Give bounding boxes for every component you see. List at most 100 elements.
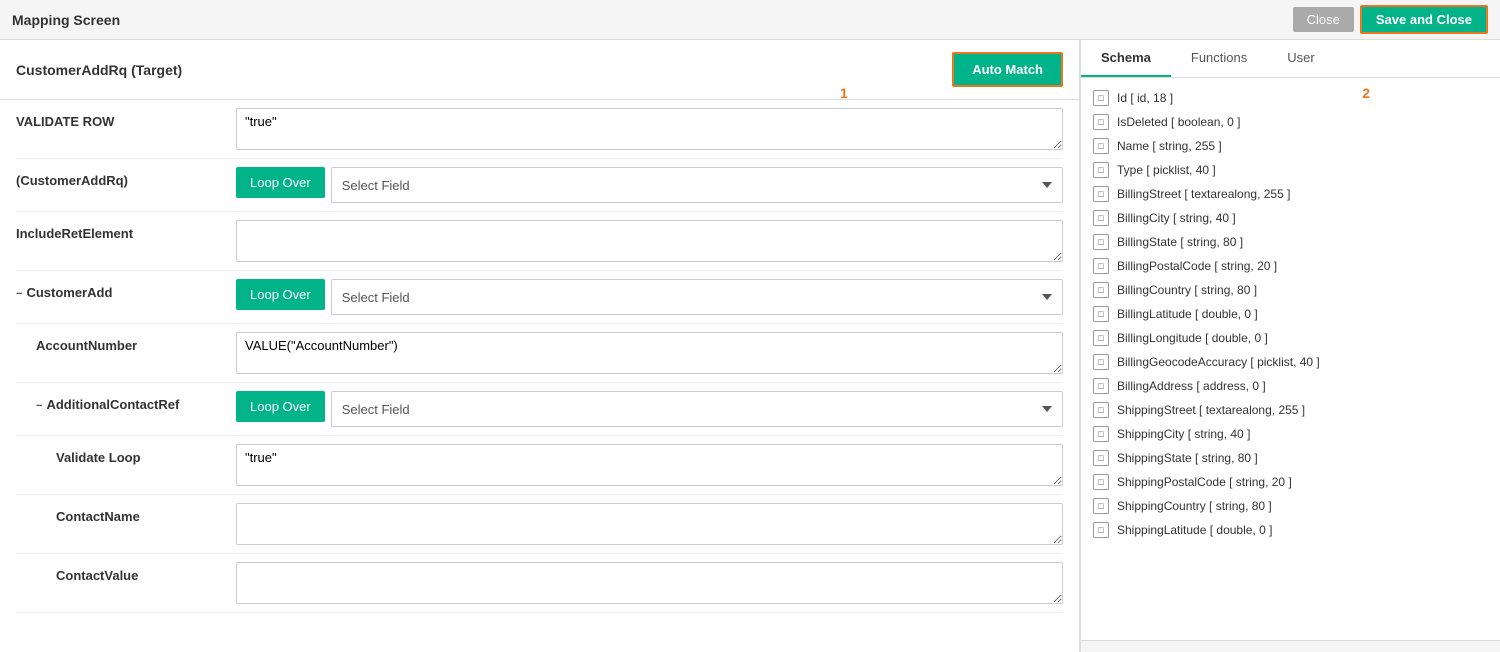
field-type-icon: □	[1093, 162, 1109, 178]
schema-field-name: BillingPostalCode [ string, 20 ]	[1117, 259, 1277, 273]
list-item[interactable]: □BillingState [ string, 80 ]	[1081, 230, 1500, 254]
list-item[interactable]: □ ShippingCity [ string, 40 ]	[1081, 422, 1500, 446]
list-item[interactable]: □ BillingCountry [ string, 80 ]	[1081, 278, 1500, 302]
list-item[interactable]: □ShippingStreet [ textarealong, 255 ]	[1081, 398, 1500, 422]
field-type-icon: □	[1093, 306, 1109, 322]
contact-value-textarea[interactable]	[236, 562, 1063, 604]
schema-field-name: BillingStreet [ textarealong, 255 ]	[1117, 187, 1290, 201]
field-type-icon: □	[1093, 450, 1109, 466]
schema-field-name: ShippingPostalCode [ string, 20 ]	[1117, 475, 1292, 489]
loop-over-button[interactable]: Loop Over	[236, 391, 325, 422]
badge-1: 1	[840, 85, 848, 101]
schema-field-name: BillingAddress [ address, 0 ]	[1117, 379, 1266, 393]
loop-over-button[interactable]: Loop Over	[236, 167, 325, 198]
save-close-button[interactable]: Save and Close	[1360, 5, 1488, 34]
schema-list: □Id [ id, 18 ]□IsDeleted [ boolean, 0 ]□…	[1081, 78, 1500, 640]
row-content: Loop Over Select Field	[236, 391, 1063, 427]
close-button[interactable]: Close	[1293, 7, 1354, 32]
include-ret-textarea[interactable]	[236, 220, 1063, 262]
field-label: ContactValue	[16, 562, 236, 583]
field-label: AccountNumber	[16, 332, 236, 353]
field-label: Validate Loop	[16, 444, 236, 465]
schema-field-name: BillingCountry [ string, 80 ]	[1117, 283, 1257, 297]
target-title: CustomerAddRq (Target)	[16, 62, 182, 78]
list-item[interactable]: □Name [ string, 255 ]	[1081, 134, 1500, 158]
row-content: Loop Over Select Field	[236, 279, 1063, 315]
schema-field-name: ShippingCountry [ string, 80 ]	[1117, 499, 1272, 513]
collapse-icon[interactable]: −	[36, 400, 42, 412]
right-panel: Schema Functions User □Id [ id, 18 ]□IsD…	[1080, 40, 1500, 652]
list-item[interactable]: □IsDeleted [ boolean, 0 ]	[1081, 110, 1500, 134]
list-item[interactable]: □ShippingPostalCode [ string, 20 ]	[1081, 470, 1500, 494]
list-item[interactable]: □ ShippingCountry [ string, 80 ]	[1081, 494, 1500, 518]
row-content	[236, 503, 1063, 545]
schema-field-name: ShippingState [ string, 80 ]	[1117, 451, 1258, 465]
horizontal-scrollbar[interactable]	[1081, 640, 1500, 652]
tab-schema[interactable]: Schema	[1081, 40, 1171, 77]
account-number-textarea[interactable]: VALUE("AccountNumber")	[236, 332, 1063, 374]
row-content	[236, 220, 1063, 262]
left-panel-header: CustomerAddRq (Target) Auto Match	[0, 40, 1079, 100]
schema-field-name: ShippingCity [ string, 40 ]	[1117, 427, 1250, 441]
field-type-icon: □	[1093, 210, 1109, 226]
schema-field-name: Name [ string, 255 ]	[1117, 139, 1222, 153]
list-item[interactable]: □BillingLongitude [ double, 0 ]	[1081, 326, 1500, 350]
validate-loop-textarea[interactable]: "true"	[236, 444, 1063, 486]
loop-over-button[interactable]: Loop Over	[236, 279, 325, 310]
validate-row-textarea[interactable]: "true"	[236, 108, 1063, 150]
collapse-icon[interactable]: −	[16, 288, 22, 300]
auto-match-button[interactable]: Auto Match	[952, 52, 1063, 87]
list-item[interactable]: □ BillingAddress [ address, 0 ]	[1081, 374, 1500, 398]
list-item[interactable]: □BillingGeocodeAccuracy [ picklist, 40 ]	[1081, 350, 1500, 374]
schema-field-name: BillingLatitude [ double, 0 ]	[1117, 307, 1258, 321]
table-row: (CustomerAddRq) Loop Over Select Field	[16, 159, 1063, 212]
field-label: −AdditionalContactRef	[16, 391, 236, 412]
tab-user[interactable]: User	[1267, 40, 1334, 77]
table-row: Validate Loop "true"	[16, 436, 1063, 495]
field-type-icon: □	[1093, 90, 1109, 106]
table-row: VALIDATE ROW "true"	[16, 100, 1063, 159]
table-row: ContactValue	[16, 554, 1063, 613]
field-label: ContactName	[16, 503, 236, 524]
list-item[interactable]: □ BillingPostalCode [ string, 20 ]	[1081, 254, 1500, 278]
header: Mapping Screen Close Save and Close	[0, 0, 1500, 40]
field-type-icon: □	[1093, 234, 1109, 250]
field-label: −CustomerAdd	[16, 279, 236, 300]
page-title: Mapping Screen	[12, 12, 120, 28]
table-row: ContactName	[16, 495, 1063, 554]
field-type-icon: □	[1093, 186, 1109, 202]
table-row: −AdditionalContactRef Loop Over Select F…	[16, 383, 1063, 436]
customer-addrq-select[interactable]: Select Field	[331, 167, 1063, 203]
row-content: "true"	[236, 444, 1063, 486]
list-item[interactable]: □Type [ picklist, 40 ]	[1081, 158, 1500, 182]
table-row: AccountNumber VALUE("AccountNumber")	[16, 324, 1063, 383]
field-label: IncludeRetElement	[16, 220, 236, 241]
mapping-rows: VALIDATE ROW "true" (CustomerAddRq) Loop…	[0, 100, 1079, 613]
field-type-icon: □	[1093, 498, 1109, 514]
row-content	[236, 562, 1063, 604]
main-container: 1 2 CustomerAddRq (Target) Auto Match VA…	[0, 40, 1500, 652]
field-type-icon: □	[1093, 426, 1109, 442]
field-type-icon: □	[1093, 114, 1109, 130]
field-type-icon: □	[1093, 282, 1109, 298]
list-item[interactable]: □ BillingLatitude [ double, 0 ]	[1081, 302, 1500, 326]
field-label: (CustomerAddRq)	[16, 167, 236, 188]
list-item[interactable]: □Id [ id, 18 ]	[1081, 86, 1500, 110]
tab-functions[interactable]: Functions	[1171, 40, 1267, 77]
table-row: −CustomerAdd Loop Over Select Field	[16, 271, 1063, 324]
contact-name-textarea[interactable]	[236, 503, 1063, 545]
field-type-icon: □	[1093, 258, 1109, 274]
list-item[interactable]: □ShippingLatitude [ double, 0 ]	[1081, 518, 1500, 542]
table-row: IncludeRetElement	[16, 212, 1063, 271]
left-panel: CustomerAddRq (Target) Auto Match VALIDA…	[0, 40, 1080, 652]
header-buttons: Close Save and Close	[1293, 5, 1488, 34]
list-item[interactable]: □BillingCity [ string, 40 ]	[1081, 206, 1500, 230]
field-type-icon: □	[1093, 378, 1109, 394]
list-item[interactable]: □ ShippingState [ string, 80 ]	[1081, 446, 1500, 470]
field-type-icon: □	[1093, 330, 1109, 346]
right-tabs: Schema Functions User	[1081, 40, 1500, 78]
customer-add-select[interactable]: Select Field	[331, 279, 1063, 315]
schema-field-name: BillingGeocodeAccuracy [ picklist, 40 ]	[1117, 355, 1320, 369]
additional-contact-select[interactable]: Select Field	[331, 391, 1063, 427]
list-item[interactable]: □ BillingStreet [ textarealong, 255 ]	[1081, 182, 1500, 206]
